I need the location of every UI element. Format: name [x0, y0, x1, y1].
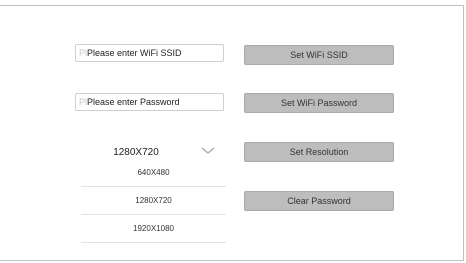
resolution-option[interactable]: 1280X720	[81, 196, 226, 205]
resolution-option[interactable]: 1920X1080	[81, 224, 226, 233]
window-frame	[0, 5, 464, 261]
ssid-value: Please enter WiFi SSID	[87, 48, 182, 58]
set-wifi-password-button[interactable]: Set WiFi Password	[244, 93, 394, 113]
set-wifi-ssid-button[interactable]: Set WiFi SSID	[244, 45, 394, 65]
option-divider	[81, 214, 226, 215]
password-value: Please enter Password	[87, 97, 180, 107]
option-divider	[81, 242, 226, 243]
chevron-down-icon[interactable]	[200, 146, 216, 156]
resolution-option[interactable]: 640X480	[81, 168, 226, 177]
clear-password-button[interactable]: Clear Password	[244, 191, 394, 211]
password-placeholder-fragment: Pl	[79, 97, 88, 107]
option-divider	[81, 186, 226, 187]
resolution-selected[interactable]: 1280X720	[81, 147, 191, 158]
wifi-password-input[interactable]: PlPlease enter Password	[75, 93, 224, 111]
ssid-placeholder-fragment: Pl	[79, 48, 88, 58]
wifi-ssid-input[interactable]: PlPlease enter WiFi SSID	[75, 44, 224, 62]
set-resolution-button[interactable]: Set Resolution	[244, 142, 394, 162]
